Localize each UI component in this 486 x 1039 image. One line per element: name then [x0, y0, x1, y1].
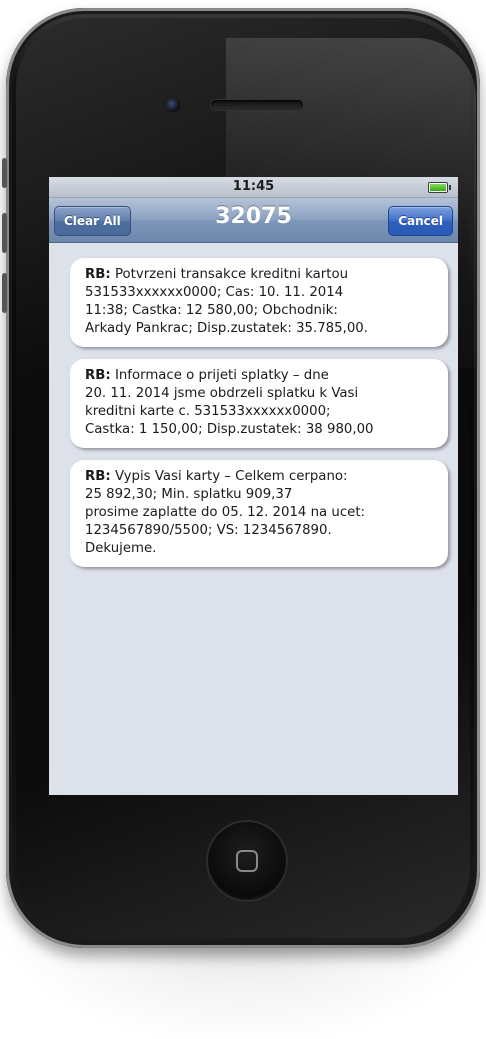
volume-up-button — [2, 213, 7, 253]
message-bubble[interactable]: RB: Informace o prijeti splatky – dne 20… — [70, 359, 448, 448]
message-text: Vypis Vasi karty – Celkem cerpano: — [114, 469, 348, 484]
status-time: 11:45 — [232, 179, 275, 194]
message-line: 25 892,30; Min. splatku 909,37 — [85, 487, 293, 502]
message-line: 11:38; Castka: 12 580,00; Obchodnik: — [85, 303, 338, 318]
message-bubble[interactable]: RB: Vypis Vasi karty – Celkem cerpano: 2… — [70, 460, 448, 567]
message-sender: RB: — [85, 267, 111, 282]
navigation-bar: Clear All 32075 Cancel — [49, 198, 458, 243]
battery-full-icon — [428, 182, 451, 193]
message-line: Castka: 1 150,00; Disp.zustatek: 38 980,… — [85, 422, 374, 437]
cancel-button[interactable]: Cancel — [388, 206, 453, 236]
message-sender: RB: — [85, 469, 111, 484]
message-line: RB: Potvrzeni transakce kreditni kartou — [85, 266, 438, 284]
message-line: RB: Vypis Vasi karty – Celkem cerpano: — [85, 468, 438, 486]
message-list: RB: Potvrzeni transakce kreditni kartou … — [49, 243, 458, 567]
message-text: Informace o prijeti splatky – dne — [114, 368, 329, 383]
message-text: Potvrzeni transakce kreditni kartou — [114, 267, 349, 282]
message-line: kreditni karte c. 531533xxxxxx0000; — [85, 404, 331, 419]
home-square-icon — [236, 850, 258, 872]
message-sender: RB: — [85, 368, 111, 383]
message-line: Dekujeme. — [85, 541, 157, 556]
earpiece-speaker — [211, 100, 303, 110]
message-line: RB: Informace o prijeti splatky – dne — [85, 367, 438, 385]
home-button[interactable] — [206, 820, 288, 902]
message-line: 531533xxxxxx0000; Cas: 10. 11. 2014 — [85, 285, 344, 300]
message-line: Arkady Pankrac; Disp.zustatek: 35.785,00… — [85, 321, 368, 336]
iphone-device: 11:45 Clear All 32075 Cancel RB: Potvrze… — [2, 8, 480, 948]
mute-switch — [2, 158, 7, 188]
message-line: 20. 11. 2014 jsme obdrzeli splatku k Vas… — [85, 386, 359, 401]
message-line: 1234567890/5500; VS: 1234567890. — [85, 523, 332, 538]
front-camera-icon — [166, 98, 180, 112]
status-bar: 11:45 — [49, 177, 458, 198]
message-line: prosime zaplatte do 05. 12. 2014 na ucet… — [85, 505, 366, 520]
phone-screen: 11:45 Clear All 32075 Cancel RB: Potvrze… — [49, 177, 458, 795]
message-bubble[interactable]: RB: Potvrzeni transakce kreditni kartou … — [70, 258, 448, 347]
volume-down-button — [2, 273, 7, 313]
